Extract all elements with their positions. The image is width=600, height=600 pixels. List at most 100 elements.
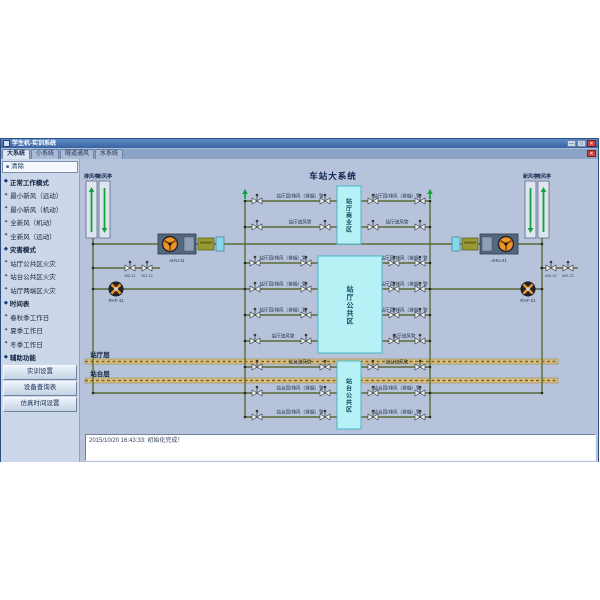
junction-dot [92, 267, 95, 270]
tab-4[interactable]: 水系统 [95, 149, 123, 159]
item-label: 站厅公共区火灾 [10, 258, 56, 268]
damper-valve[interactable]: MD-11 [124, 261, 135, 278]
sidebar-button-3[interactable]: 仿真时间设置 [3, 397, 77, 412]
mode-icon: ✦ [4, 220, 8, 225]
damper-valve[interactable] [252, 410, 262, 420]
sidebar-mode-item[interactable]: ✦冬季工作日 [2, 337, 78, 351]
sidebar-section-header: ◆灾害模式 [2, 243, 78, 257]
mode-icon: ✦ [4, 193, 8, 198]
ahu-unit[interactable]: AHU-11 [158, 234, 224, 263]
item-label: 全新风（远动） [10, 231, 56, 241]
damper-valve[interactable] [252, 386, 262, 396]
ahu-unit[interactable]: AHU-21 [452, 234, 518, 263]
damper-valve[interactable] [252, 220, 262, 230]
log-panel[interactable]: 2015/10/20 16:43:33: 初始化完成！ [85, 434, 596, 461]
duct-label: 站厅送风管 [272, 333, 295, 340]
sidebar-button-2[interactable]: 设备查询表 [3, 381, 77, 396]
equipment-label: AHU-11 [169, 258, 185, 263]
duct-label: 站厅回/排风（排烟）管 [380, 307, 428, 314]
mode-icon: ✦ [4, 314, 8, 319]
equipment-label: RAF-21 [520, 298, 536, 303]
sidebar-mode-item[interactable]: ✦全新风（机动） [2, 216, 78, 230]
tab-2[interactable]: 小系统 [31, 149, 59, 159]
damper-valve[interactable] [252, 194, 262, 204]
vent-tower: 排风亭 [536, 173, 551, 238]
item-label: 正常工作模式 [10, 177, 49, 187]
item-label: 最小新风（远动） [10, 190, 62, 200]
damper-label: MD-22 [562, 274, 573, 278]
tab-bar: 大系统小系统隧道通风水系统 × [1, 148, 598, 159]
sidebar-buttons: 实训设置设备查询表仿真时间设置 [2, 364, 78, 413]
tower-label: 排风亭 [536, 173, 551, 180]
sidebar-mode-item[interactable]: ✦站台公共区火灾 [2, 270, 78, 284]
tab-1[interactable]: 大系统 [2, 149, 30, 159]
damper-valve[interactable] [320, 220, 330, 230]
flow-arrow [242, 189, 248, 199]
junction-dot [244, 288, 247, 291]
zone-box: 站厅商业区 [337, 186, 361, 244]
sidebar-mode-item[interactable]: ✦夏季工作日 [2, 324, 78, 338]
damper-valve[interactable] [415, 334, 425, 344]
exhaust-fan[interactable]: RAF-21 [520, 282, 536, 303]
item-label: 站厅两端区火灾 [10, 285, 56, 295]
mode-icon: ✦ [4, 274, 8, 279]
mode-list: ◆正常工作模式✦最小新风（远动）✦最小新风（机动）✦全新风（机动）✦全新风（远动… [2, 175, 78, 364]
damper-valve[interactable] [368, 220, 378, 230]
item-label: 最小新风（机动） [10, 204, 62, 214]
duct-label: 站厅送风管 [386, 219, 409, 226]
item-label: 冬季工作日 [10, 339, 43, 349]
duct-label: 站厅回/排风（排烟）管 [380, 255, 428, 262]
mode-icon: ✦ [4, 341, 8, 346]
damper-valve[interactable]: MD-22 [562, 261, 573, 278]
section-bullet-icon: ◆ [4, 301, 8, 306]
mode-icon: ✦ [4, 233, 8, 238]
item-label: 时间表 [10, 298, 30, 308]
section-bullet-icon: ◆ [4, 355, 8, 360]
exit-button[interactable]: × [587, 150, 596, 157]
duct-label: 站台回/排风（排烟）管 [276, 385, 324, 392]
junction-dot [541, 267, 544, 270]
log-line: 2015/10/20 16:43:33: 初始化完成！ [89, 437, 592, 446]
junction-dot [429, 288, 432, 291]
sidebar-section-header: ◆正常工作模式 [2, 175, 78, 189]
close-button[interactable]: × [587, 140, 596, 147]
item-label: 夏季工作日 [10, 325, 43, 335]
sidebar-section-header: ◆辅助功能 [2, 351, 78, 365]
damper-valve[interactable]: MD-21 [545, 261, 556, 278]
tab-3[interactable]: 隧道通风 [60, 149, 94, 159]
minimize-button[interactable]: — [567, 140, 576, 147]
item-label: 灾害模式 [10, 244, 36, 254]
equipment-label: AHU-21 [491, 258, 507, 263]
floor-slab [85, 359, 558, 364]
sidebar-mode-item[interactable]: ✦站厅两端区火灾 [2, 283, 78, 297]
junction-dot [92, 243, 95, 246]
sidebar-button-1[interactable]: 实训设置 [3, 365, 77, 380]
sidebar-mode-item[interactable]: ✦春秋季工作日 [2, 310, 78, 324]
duct-label: 站台回/排风（排烟）管 [373, 385, 421, 392]
damper-label: MD-21 [545, 274, 556, 278]
titlebar: 学生机-实训系统 — □ × [1, 139, 598, 148]
zone-label: 站台公共区 [346, 377, 352, 413]
section-bullet-icon: ◆ [4, 247, 8, 252]
duct-label: 站厅回/排风（排烟）管 [380, 281, 428, 288]
item-label: 春秋季工作日 [10, 312, 49, 322]
clear-button[interactable]: ■ 清除 [2, 161, 78, 173]
app-icon [3, 140, 10, 147]
tab-strip: 大系统小系统隧道通风水系统 [2, 149, 124, 159]
floor-slab [85, 378, 558, 383]
sidebar-mode-item[interactable]: ✦全新风（远动） [2, 229, 78, 243]
window-controls: — □ × [567, 140, 596, 147]
exhaust-fan[interactable]: RAF-11 [109, 282, 124, 303]
sidebar-mode-item[interactable]: ✦站厅公共区火灾 [2, 256, 78, 270]
damper-valve[interactable] [415, 220, 425, 230]
duct-label: 站厅回/排风（排烟）管 [373, 193, 421, 200]
sidebar-mode-item[interactable]: ✦最小新风（机动） [2, 202, 78, 216]
zone-box: 站台公共区 [337, 361, 361, 429]
damper-valve[interactable]: MD-12 [141, 261, 152, 278]
damper-valve[interactable] [301, 334, 311, 344]
maximize-button[interactable]: □ [577, 140, 586, 147]
sidebar-mode-item[interactable]: ✦最小新风（远动） [2, 189, 78, 203]
duct-label: 站厅送风管 [289, 219, 312, 226]
damper-valve[interactable] [250, 334, 260, 344]
junction-dot [541, 243, 544, 246]
